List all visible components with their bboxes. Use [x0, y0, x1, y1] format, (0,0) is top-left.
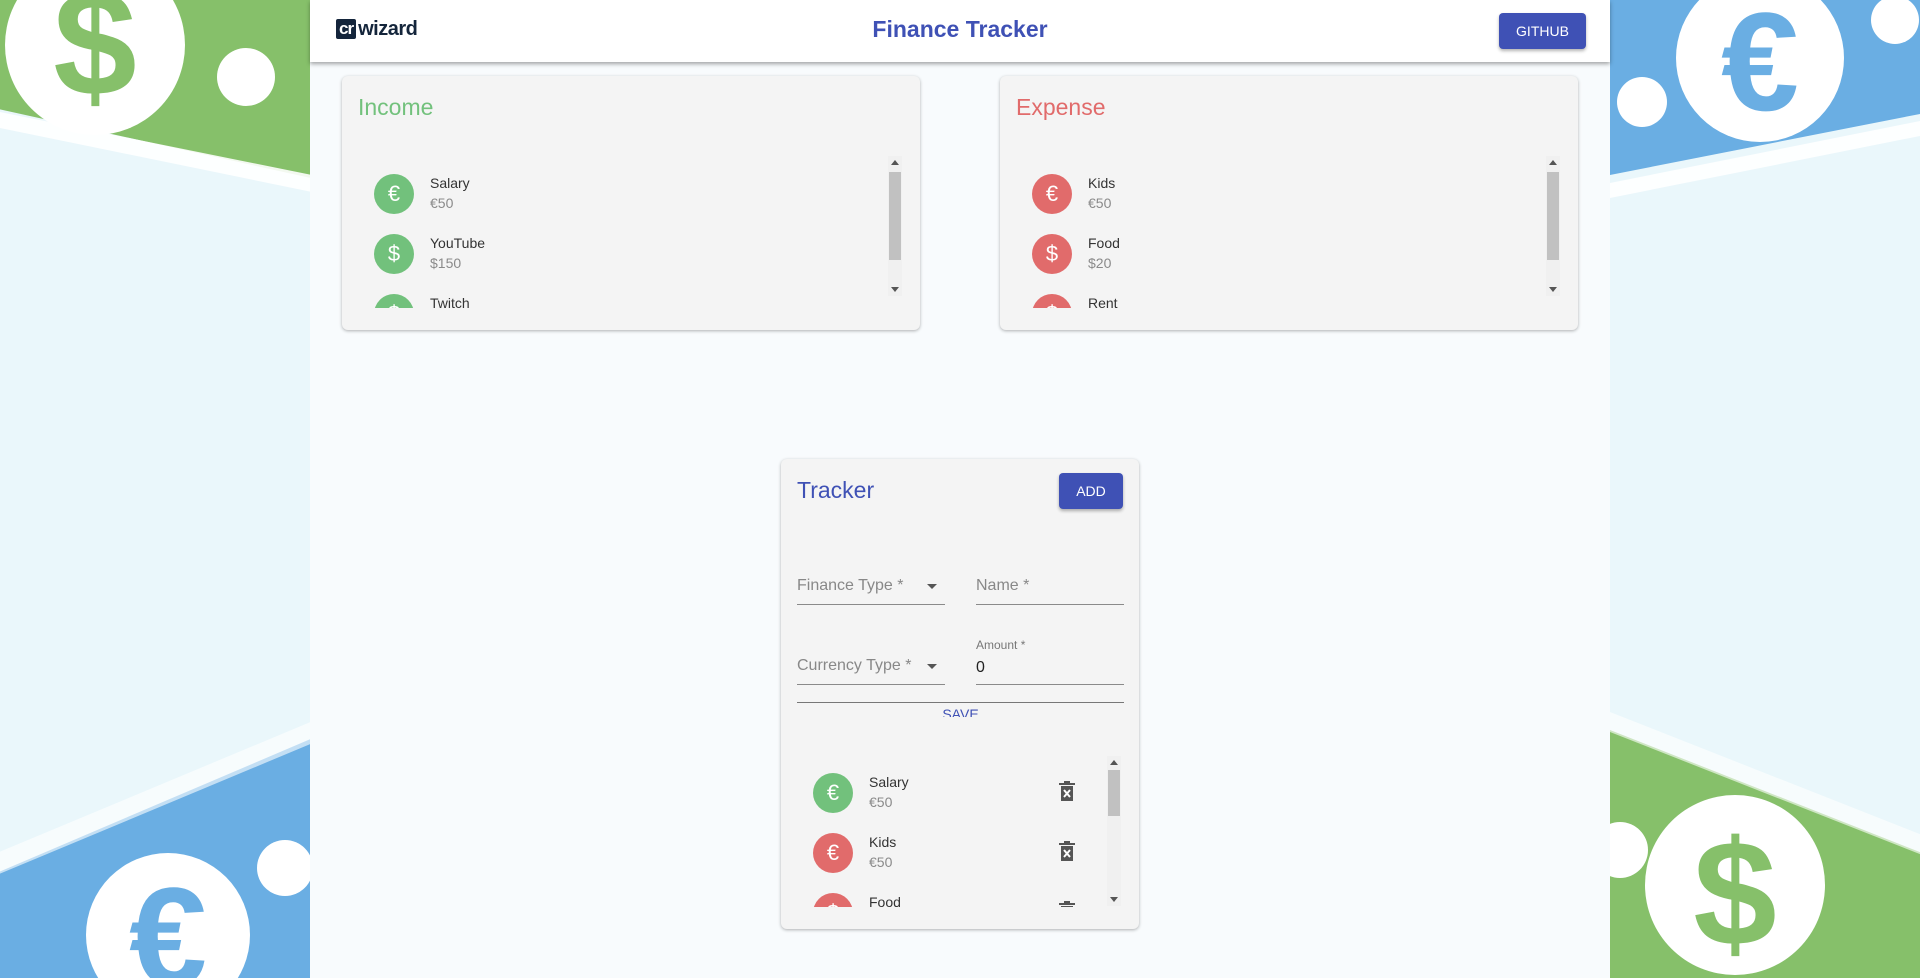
euro-icon: € — [813, 833, 853, 873]
euro-icon: € — [1032, 174, 1072, 214]
item-amount: €50 — [1088, 195, 1112, 211]
field-underline — [976, 604, 1124, 605]
scroll-thumb[interactable] — [1108, 770, 1120, 816]
amount-value: 0 — [976, 659, 985, 676]
expense-card: Expense € Kids €50 $ Food $20 $ Rent — [1000, 76, 1578, 330]
scroll-down-icon[interactable] — [891, 287, 899, 292]
scroll-up-icon[interactable] — [1549, 160, 1557, 165]
delete-icon[interactable] — [1058, 901, 1076, 907]
item-name: Rent — [1088, 295, 1118, 308]
euro-icon: € — [813, 773, 853, 813]
expense-scrollbar[interactable] — [1546, 156, 1560, 296]
field-underline — [797, 604, 945, 605]
item-name: Kids — [869, 834, 897, 850]
list-item[interactable]: $ Twitch — [374, 294, 884, 308]
item-name: Kids — [1088, 175, 1116, 191]
scroll-thumb[interactable] — [889, 172, 901, 260]
currency-type-label: Currency Type * — [797, 657, 912, 674]
item-amount: €50 — [869, 854, 893, 870]
chevron-down-icon — [927, 584, 937, 589]
list-item[interactable]: € Kids €50 — [813, 833, 1103, 893]
euro-icon: € — [374, 174, 414, 214]
scroll-thumb[interactable] — [1547, 172, 1559, 260]
item-name: YouTube — [430, 235, 486, 251]
svg-text:€: € — [1721, 0, 1799, 140]
save-button[interactable]: SAVE — [797, 703, 1124, 717]
dollar-bill-illustration: $ — [1592, 712, 1920, 978]
dollar-bill-illustration: $ — [0, 0, 320, 192]
income-list[interactable]: € Salary €50 $ YouTube $150 $ Twitch — [374, 174, 884, 308]
item-amount: $150 — [430, 255, 462, 271]
field-underline — [797, 684, 945, 685]
app-bar: cr wizard Finance Tracker GITHUB — [310, 0, 1610, 62]
item-name: Salary — [869, 774, 909, 790]
name-field[interactable]: Name * — [976, 565, 1124, 605]
dollar-icon: $ — [813, 893, 853, 907]
item-amount: €50 — [869, 794, 893, 810]
item-name: Salary — [430, 175, 470, 191]
list-item[interactable]: € Kids €50 — [1032, 174, 1542, 234]
tracker-title: Tracker — [797, 477, 875, 503]
amount-field[interactable]: Amount * 0 — [976, 638, 1124, 685]
tracker-screllbar[interactable] — [1107, 756, 1121, 906]
svg-text:$: $ — [53, 0, 136, 127]
save-label: SAVE — [942, 706, 979, 717]
currency-type-select[interactable]: Currency Type * — [797, 645, 945, 685]
euro-bill-illustration: € — [0, 718, 320, 978]
finance-type-label: Finance Type * — [797, 577, 904, 594]
item-name: Twitch — [430, 295, 470, 308]
delete-icon[interactable] — [1058, 841, 1076, 863]
dollar-icon: $ — [374, 294, 414, 308]
income-card: Income € Salary €50 $ YouTube $150 $ Twi… — [342, 76, 920, 330]
dollar-icon: $ — [374, 234, 414, 274]
field-underline — [976, 684, 1124, 685]
expense-list[interactable]: € Kids €50 $ Food $20 $ Rent — [1032, 174, 1542, 308]
list-item[interactable]: $ Food — [813, 893, 1103, 907]
item-amount: €50 — [430, 195, 454, 211]
dollar-icon: $ — [1032, 234, 1072, 274]
scroll-down-icon[interactable] — [1110, 897, 1118, 902]
income-title: Income — [358, 94, 434, 120]
item-amount: $20 — [1088, 255, 1112, 271]
tracker-card: Tracker ADD Finance Type * Name * Curren… — [781, 459, 1139, 929]
delete-icon[interactable] — [1058, 781, 1076, 803]
chevron-down-icon — [927, 664, 937, 669]
scroll-up-icon[interactable] — [1110, 760, 1118, 765]
item-name: Food — [1088, 235, 1120, 251]
income-scrollbar[interactable] — [888, 156, 902, 296]
tracker-list[interactable]: € Salary €50 € Kids €50 $ — [813, 773, 1103, 907]
list-item[interactable]: € Salary €50 — [813, 773, 1103, 833]
add-button[interactable]: ADD — [1059, 473, 1123, 509]
scroll-down-icon[interactable] — [1549, 287, 1557, 292]
dollar-icon: $ — [1032, 294, 1072, 308]
svg-text:$: $ — [1693, 809, 1776, 977]
name-label: Name * — [976, 577, 1030, 594]
app-title: Finance Tracker — [872, 16, 1048, 42]
svg-text:€: € — [129, 858, 207, 978]
finance-type-select[interactable]: Finance Type * — [797, 565, 945, 605]
expense-title: Expense — [1016, 94, 1106, 120]
list-item[interactable]: $ YouTube $150 — [374, 234, 884, 294]
list-item[interactable]: $ Rent — [1032, 294, 1542, 308]
list-item[interactable]: € Salary €50 — [374, 174, 884, 234]
item-name: Food — [869, 894, 901, 907]
list-item[interactable]: $ Food $20 — [1032, 234, 1542, 294]
scroll-up-icon[interactable] — [891, 160, 899, 165]
euro-bill-illustration: € — [1610, 0, 1920, 198]
amount-label: Amount * — [976, 638, 1026, 652]
github-button[interactable]: GITHUB — [1499, 13, 1586, 49]
